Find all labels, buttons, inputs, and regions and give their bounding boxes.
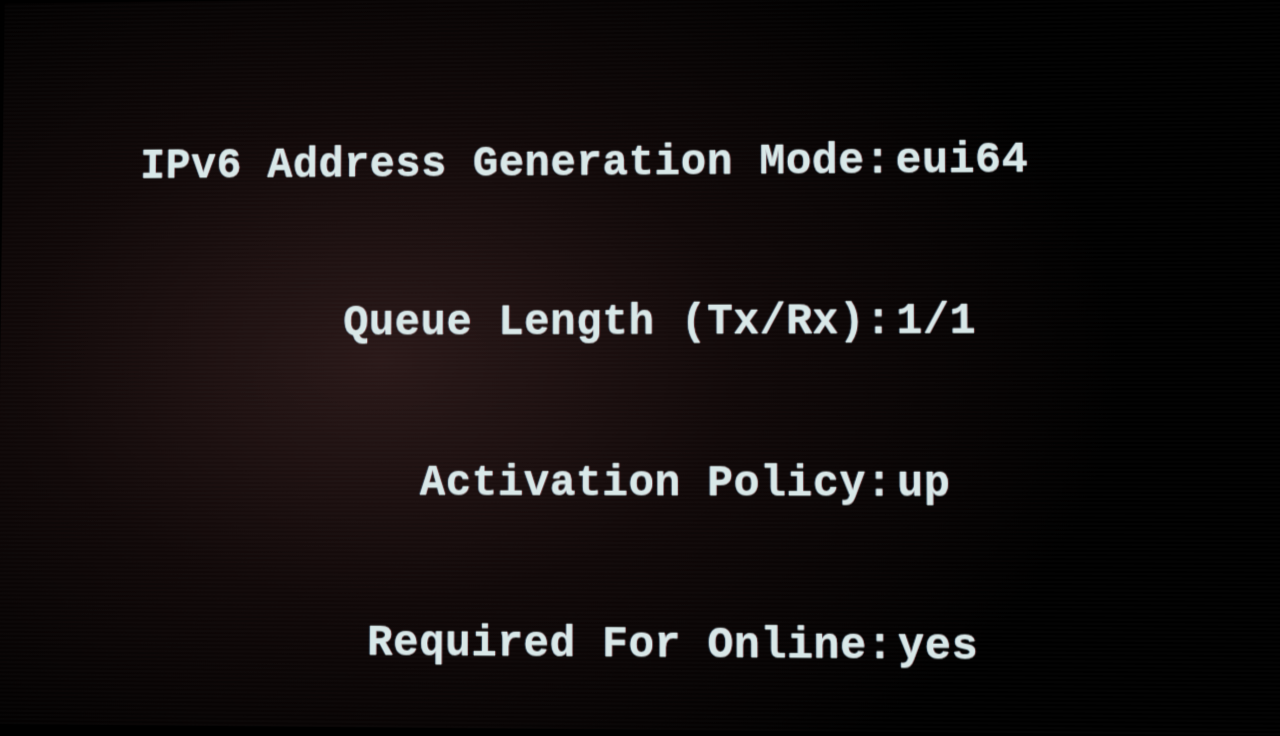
colon: :: [865, 295, 896, 349]
field-value: yes: [898, 620, 1280, 678]
field-label: Required For Online: [46, 615, 867, 674]
field-row: Required For Online: yes: [46, 615, 1280, 678]
field-row: IPv6 Address Generation Mode: eui64: [51, 130, 1280, 193]
terminal-output: IPv6 Address Generation Mode: eui64 Queu…: [24, 0, 1280, 736]
field-label: IPv6 Address Generation Mode: [51, 134, 865, 193]
field-label: Activation Policy: [48, 456, 867, 511]
colon: :: [866, 457, 897, 511]
colon: :: [867, 619, 898, 674]
field-label: Queue Length (Tx/Rx): [49, 295, 865, 351]
colon: :: [865, 134, 896, 188]
field-row: Activation Policy: up: [48, 456, 1280, 512]
field-row: Queue Length (Tx/Rx): 1/1: [49, 293, 1280, 350]
field-value: up: [897, 457, 1280, 512]
field-value: 1/1: [896, 293, 1280, 349]
field-value: eui64: [895, 130, 1280, 188]
